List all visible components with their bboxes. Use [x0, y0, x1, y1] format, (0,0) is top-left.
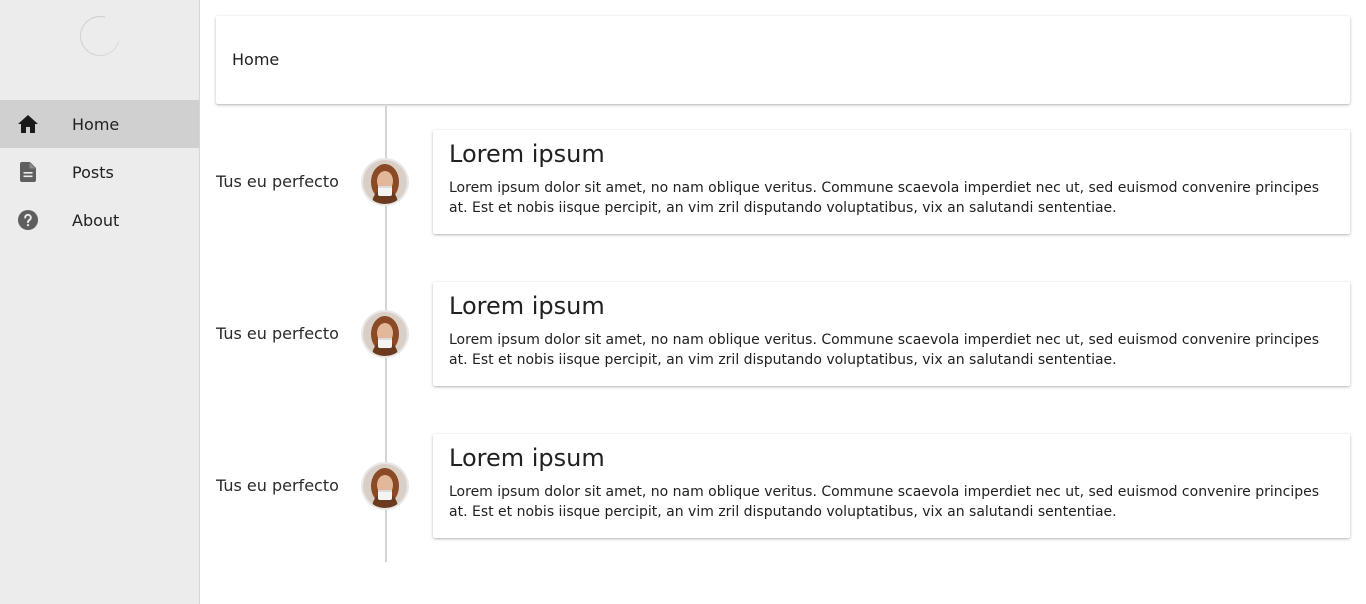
- timeline-item: Tus eu perfecto Lorem ipsum Lorem ipsum …: [216, 130, 1350, 234]
- card-body: Lorem ipsum dolor sit amet, no nam obliq…: [449, 332, 1320, 368]
- timeline-card: Lorem ipsum Lorem ipsum dolor sit amet, …: [433, 130, 1350, 234]
- loading-spinner-icon: [72, 8, 128, 64]
- timeline-item: Tus eu perfecto Lorem ipsum Lorem ipsum …: [216, 434, 1350, 538]
- sidebar-item-about[interactable]: About: [0, 196, 199, 244]
- avatar: [363, 312, 407, 356]
- timeline-date: Tus eu perfecto: [216, 172, 339, 191]
- avatar: [363, 464, 407, 508]
- page-header: Home: [216, 16, 1350, 104]
- timeline-date: Tus eu perfecto: [216, 476, 339, 495]
- timeline-card: Lorem ipsum Lorem ipsum dolor sit amet, …: [433, 282, 1350, 386]
- app-root: Home Posts About Home Tus eu perfecto Lo…: [0, 0, 1366, 604]
- document-icon: [16, 160, 40, 184]
- timeline-card: Lorem ipsum Lorem ipsum dolor sit amet, …: [433, 434, 1350, 538]
- avatar: [363, 160, 407, 204]
- home-icon: [16, 112, 40, 136]
- card-title: Lorem ipsum: [449, 140, 605, 168]
- card-body: Lorem ipsum dolor sit amet, no nam obliq…: [449, 180, 1320, 216]
- card-body: Lorem ipsum dolor sit amet, no nam obliq…: [449, 484, 1320, 520]
- sidebar-item-label: Posts: [72, 162, 114, 182]
- sidebar-item-label: About: [72, 210, 120, 230]
- card-title: Lorem ipsum: [449, 444, 605, 472]
- help-icon: [16, 208, 40, 232]
- page-title: Home: [232, 50, 280, 69]
- card-title: Lorem ipsum: [449, 292, 605, 320]
- sidebar-item-label: Home: [72, 114, 120, 134]
- timeline-date: Tus eu perfecto: [216, 324, 339, 343]
- sidebar: Home Posts About: [0, 0, 200, 604]
- sidebar-nav: Home Posts About: [0, 100, 199, 244]
- sidebar-item-home[interactable]: Home: [0, 100, 199, 148]
- sidebar-item-posts[interactable]: Posts: [0, 148, 199, 196]
- timeline-item: Tus eu perfecto Lorem ipsum Lorem ipsum …: [216, 282, 1350, 386]
